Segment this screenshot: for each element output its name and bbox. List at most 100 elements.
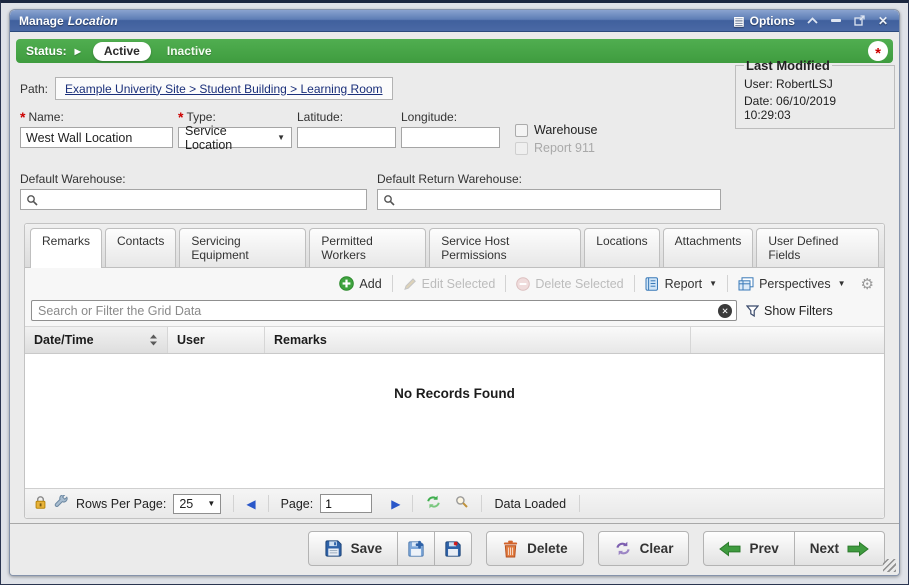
- report-button[interactable]: Report ▼: [640, 275, 722, 293]
- latitude-field[interactable]: [297, 127, 396, 148]
- tab-locations[interactable]: Locations: [584, 228, 659, 267]
- pager-search-icon[interactable]: [455, 495, 469, 512]
- rows-per-page-label: Rows Per Page:: [76, 497, 166, 511]
- wrench-icon[interactable]: [54, 495, 69, 513]
- latitude-label: Latitude:: [297, 110, 343, 124]
- tab-service-host-permissions[interactable]: Service Host Permissions: [429, 228, 581, 267]
- add-button[interactable]: Add: [334, 274, 386, 293]
- prev-button[interactable]: Prev: [703, 531, 794, 566]
- trash-icon: [502, 539, 519, 558]
- default-warehouse-field[interactable]: [20, 189, 367, 210]
- delete-label: Delete: [527, 541, 568, 556]
- status-option-inactive[interactable]: Inactive: [167, 44, 212, 58]
- default-return-warehouse-field[interactable]: [377, 189, 721, 210]
- save-button-group: Save: [308, 531, 473, 566]
- add-icon: [339, 276, 354, 291]
- clear-button[interactable]: Clear: [598, 531, 690, 566]
- save-label: Save: [351, 541, 383, 556]
- warehouse-label: Warehouse: [534, 123, 597, 137]
- longitude-label: Longitude:: [401, 110, 457, 124]
- status-arrow-icon: ▶: [75, 47, 81, 56]
- name-field[interactable]: [20, 127, 173, 148]
- type-select[interactable]: Service Location ▼: [178, 127, 292, 148]
- save-and-close-button[interactable]: [434, 531, 472, 566]
- rows-per-page-select[interactable]: 25 ▼: [173, 494, 221, 514]
- gear-icon[interactable]: ⚙: [861, 275, 874, 293]
- tab-permitted-workers[interactable]: Permitted Workers: [309, 228, 426, 267]
- remove-icon: [516, 277, 530, 291]
- popout-button[interactable]: [854, 15, 865, 26]
- save-icon: [324, 539, 343, 558]
- tab-contacts[interactable]: Contacts: [105, 228, 176, 267]
- column-label: Remarks: [274, 333, 327, 347]
- screen: Manage Location ▤ Options ✕: [0, 0, 909, 585]
- status-label: Status:: [26, 44, 67, 58]
- form-area: Path: Example Univerity Site > Student B…: [10, 63, 899, 519]
- column-header-datetime[interactable]: Date/Time: [25, 327, 168, 353]
- last-modified-date: Date: 06/10/2019 10:29:03: [744, 94, 886, 122]
- resize-handle[interactable]: [883, 559, 896, 572]
- next-button[interactable]: Next: [794, 531, 885, 566]
- toolbar-separator: [505, 275, 506, 292]
- last-modified-box: Last Modified User: RobertLSJ Date: 06/1…: [735, 58, 895, 129]
- warehouse-search-icon: [26, 194, 39, 210]
- tab-strip: Remarks Contacts Servicing Equipment Per…: [25, 224, 884, 268]
- grid-search-input[interactable]: [31, 300, 737, 321]
- type-caret-icon: ▼: [269, 133, 285, 142]
- save-button[interactable]: Save: [308, 531, 399, 566]
- minus-icon: [831, 19, 841, 22]
- pager-separator: [579, 495, 580, 512]
- tab-servicing-equipment[interactable]: Servicing Equipment: [179, 228, 306, 267]
- window-title-prefix: Manage: [19, 14, 64, 28]
- page-number-input[interactable]: [320, 494, 372, 513]
- save-and-close-icon: [444, 540, 462, 558]
- minimize-button[interactable]: [831, 19, 841, 22]
- close-button[interactable]: ✕: [878, 14, 888, 28]
- next-page-button[interactable]: ▶: [391, 497, 400, 511]
- path-label: Path:: [20, 82, 48, 96]
- column-label: Date/Time: [34, 333, 94, 347]
- warehouse-checkbox[interactable]: Warehouse: [515, 123, 597, 137]
- pencil-icon: [403, 277, 417, 291]
- pager-status-text: Data Loaded: [494, 497, 566, 511]
- status-option-active[interactable]: Active: [93, 42, 151, 61]
- path-box: Example Univerity Site > Student Buildin…: [55, 77, 393, 100]
- previous-page-button[interactable]: ◀: [246, 497, 255, 511]
- detail-panel: Remarks Contacts Servicing Equipment Per…: [24, 223, 885, 519]
- column-header-remarks[interactable]: Remarks: [265, 327, 691, 353]
- footer-bar: Save Delete Clear Prev: [10, 523, 899, 575]
- column-header-user[interactable]: User: [168, 327, 265, 353]
- chevron-up-icon: [807, 17, 818, 24]
- longitude-field[interactable]: [401, 127, 500, 148]
- clear-search-icon[interactable]: ✕: [718, 304, 732, 318]
- delete-button[interactable]: Delete: [486, 531, 584, 566]
- grid-pager: Rows Per Page: 25 ▼ ◀ Page: ▶: [25, 488, 884, 518]
- default-warehouse-label: Default Warehouse:: [20, 172, 126, 186]
- column-header-filler: [691, 327, 884, 353]
- pager-separator: [481, 495, 482, 512]
- show-filters-button[interactable]: Show Filters: [746, 304, 833, 318]
- collapse-button[interactable]: [807, 17, 818, 24]
- prev-label: Prev: [749, 541, 778, 556]
- window-title-emphasis: Location: [68, 14, 118, 28]
- perspectives-button[interactable]: Perspectives ▼: [733, 275, 850, 293]
- type-required-icon: *: [178, 113, 183, 121]
- last-modified-user: User: RobertLSJ: [744, 77, 886, 91]
- title-bar: Manage Location ▤ Options ✕: [10, 10, 899, 32]
- options-button[interactable]: ▤ Options: [733, 14, 795, 28]
- name-label: Name:: [28, 110, 63, 124]
- report-caret-icon: ▼: [709, 279, 717, 288]
- refresh-grid-button[interactable]: [425, 495, 442, 512]
- edit-selected-button: Edit Selected: [398, 275, 501, 293]
- type-select-value: Service Location: [185, 124, 269, 152]
- path-breadcrumb-link[interactable]: Example Univerity Site > Student Buildin…: [65, 82, 383, 96]
- toolbar-separator: [634, 275, 635, 292]
- tab-attachments[interactable]: Attachments: [663, 228, 754, 267]
- save-and-new-icon: [407, 540, 425, 558]
- column-label: User: [177, 333, 205, 347]
- tab-remarks[interactable]: Remarks: [30, 228, 102, 268]
- tab-user-defined-fields[interactable]: User Defined Fields: [756, 228, 879, 267]
- lock-icon[interactable]: [34, 495, 47, 512]
- save-and-new-button[interactable]: [397, 531, 435, 566]
- options-menu-icon: ▤: [733, 14, 744, 28]
